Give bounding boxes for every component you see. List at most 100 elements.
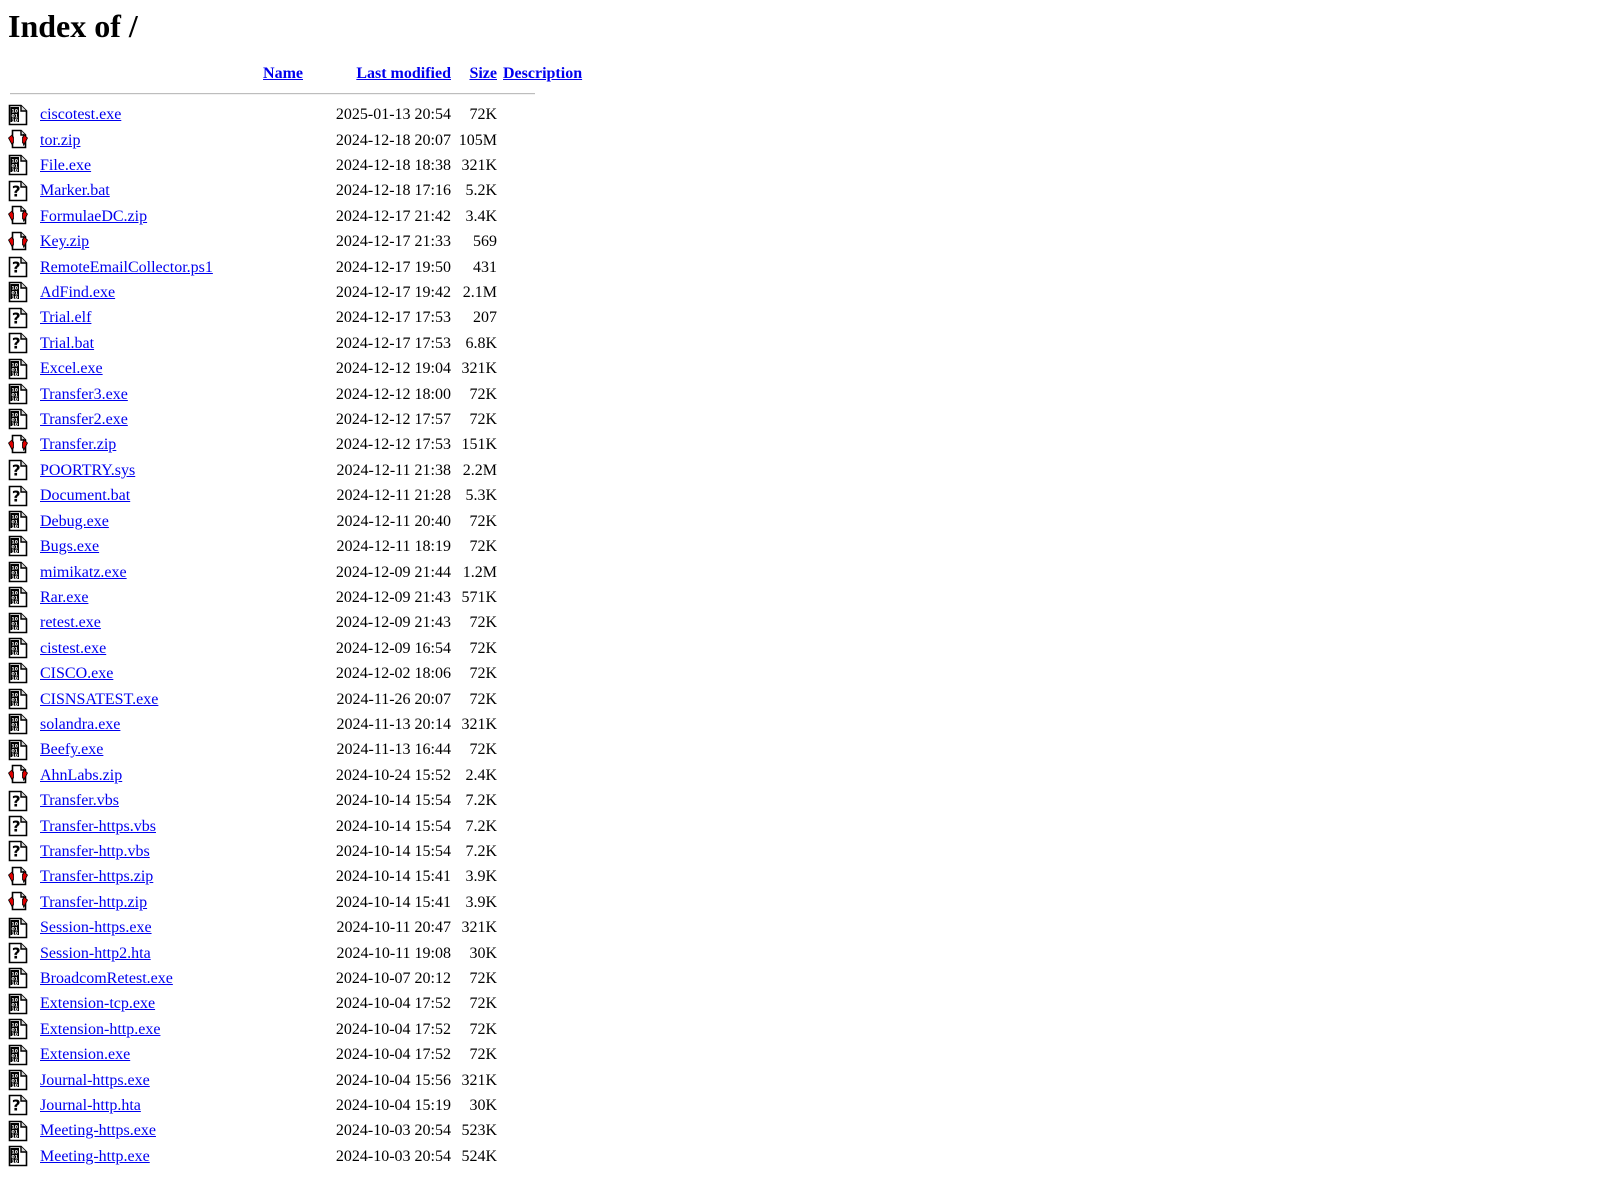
file-icon-cell: 10 01 10 <box>8 356 40 381</box>
file-link[interactable]: Transfer3.exe <box>40 386 128 403</box>
file-link[interactable]: Journal-https.exe <box>40 1072 150 1089</box>
file-icon-cell: 10 01 10 <box>8 534 40 559</box>
file-description-cell <box>497 1017 583 1042</box>
sort-by-description-link[interactable]: Description <box>503 65 582 82</box>
file-link[interactable]: Meeting-http.exe <box>40 1148 150 1165</box>
unknown-file-icon: ? <box>8 1094 28 1116</box>
file-link[interactable]: Meeting-https.exe <box>40 1122 156 1139</box>
file-link[interactable]: FormulaeDC.zip <box>40 208 147 225</box>
file-link[interactable]: Transfer.vbs <box>40 792 119 809</box>
unknown-file-icon: ? <box>8 459 28 481</box>
file-icon-cell: ? <box>8 941 40 966</box>
file-icon-cell: 10 01 10 <box>8 991 40 1016</box>
svg-text:?: ? <box>12 843 21 861</box>
file-link[interactable]: Extension.exe <box>40 1046 130 1063</box>
binary-file-icon: 10 01 10 <box>8 561 28 583</box>
file-link[interactable]: Transfer-https.vbs <box>40 818 156 835</box>
file-link[interactable]: Transfer-http.vbs <box>40 843 150 860</box>
file-name-cell: Beefy.exe <box>40 737 303 762</box>
file-size-cell: 72K <box>469 639 497 657</box>
file-link[interactable]: solandra.exe <box>40 716 120 733</box>
file-link[interactable]: Document.bat <box>40 487 130 504</box>
svg-text:?: ? <box>12 1097 21 1115</box>
listing-row: 10 01 10 Bugs.exe 2024-12-11 18:19 72K <box>8 534 583 559</box>
file-description-cell <box>497 864 583 889</box>
file-size-cell: 72K <box>469 512 497 530</box>
file-name-cell: Extension-tcp.exe <box>40 991 303 1016</box>
file-link[interactable]: retest.exe <box>40 614 101 631</box>
file-link[interactable]: CISCO.exe <box>40 665 113 682</box>
file-link[interactable]: Beefy.exe <box>40 741 103 758</box>
file-description-cell <box>497 991 583 1016</box>
file-link[interactable]: Excel.exe <box>40 360 103 377</box>
file-link[interactable]: Transfer2.exe <box>40 411 128 428</box>
last-modified-cell: 2024-12-12 19:04 <box>335 360 451 378</box>
unknown-file-icon: ? <box>8 790 28 812</box>
file-link[interactable]: Transfer-https.zip <box>40 868 153 885</box>
svg-text:10: 10 <box>12 1058 18 1064</box>
file-size-cell: 321K <box>461 919 497 937</box>
file-description-cell <box>497 610 583 635</box>
file-link[interactable]: Journal-http.hta <box>40 1097 141 1114</box>
file-name-cell: BroadcomRetest.exe <box>40 966 303 991</box>
file-link[interactable]: BroadcomRetest.exe <box>40 970 173 987</box>
file-name-cell: Meeting-https.exe <box>40 1118 303 1143</box>
file-link[interactable]: Transfer.zip <box>40 436 116 453</box>
unknown-file-icon: ? <box>8 840 28 862</box>
file-link[interactable]: CISNSATEST.exe <box>40 691 158 708</box>
file-link[interactable]: POORTRY.sys <box>40 462 135 479</box>
file-link[interactable]: Session-https.exe <box>40 919 152 936</box>
file-link[interactable]: mimikatz.exe <box>40 564 127 581</box>
file-icon-cell: 10 01 10 <box>8 966 40 991</box>
listing-row: FormulaeDC.zip 2024-12-17 21:42 3.4K <box>7 204 583 229</box>
svg-text:10: 10 <box>12 727 18 733</box>
file-link[interactable]: Trial.elf <box>40 309 91 326</box>
file-link[interactable]: Key.zip <box>40 233 89 250</box>
file-link[interactable]: Bugs.exe <box>40 538 99 555</box>
binary-file-icon: 10 01 10 <box>8 1120 28 1142</box>
last-modified-cell: 2024-11-13 16:44 <box>336 741 451 759</box>
sort-by-date-link[interactable]: Last modified <box>356 65 451 82</box>
file-link[interactable]: cistest.exe <box>40 640 106 657</box>
file-description-cell <box>497 1068 583 1093</box>
file-size-cell: 7.2K <box>465 792 497 810</box>
listing-row: ? Marker.bat 2024-12-18 17:16 5.2K <box>8 178 583 203</box>
file-link[interactable]: Extension-http.exe <box>40 1021 160 1038</box>
file-size-cell: 3.9K <box>465 893 497 911</box>
file-link[interactable]: tor.zip <box>40 132 80 149</box>
last-modified-cell: 2024-10-11 20:47 <box>336 919 451 937</box>
file-icon-cell: 10 01 10 <box>8 661 40 686</box>
file-name-cell: FormulaeDC.zip <box>40 204 303 229</box>
file-link[interactable]: Transfer-http.zip <box>40 894 147 911</box>
unknown-file-icon: ? <box>8 307 28 329</box>
file-size-cell: 105M <box>458 131 497 149</box>
last-modified-cell: 2024-12-12 17:53 <box>335 436 451 454</box>
listing-row: ? POORTRY.sys 2024-12-11 21:38 2.2M <box>8 458 583 483</box>
sort-by-name-link[interactable]: Name <box>263 65 303 82</box>
file-size-cell: 6.8K <box>465 334 497 352</box>
file-link[interactable]: ciscotest.exe <box>40 106 121 123</box>
listing-row: ? Journal-http.hta 2024-10-04 15:19 30K <box>8 1093 583 1118</box>
file-link[interactable]: Debug.exe <box>40 513 109 530</box>
file-name-cell: CISCO.exe <box>40 661 303 686</box>
svg-text:10: 10 <box>12 118 18 124</box>
file-link[interactable]: File.exe <box>40 157 91 174</box>
compressed-file-icon <box>7 205 29 227</box>
file-link[interactable]: AhnLabs.zip <box>40 767 122 784</box>
sort-by-size-link[interactable]: Size <box>469 65 497 82</box>
file-link[interactable]: RemoteEmailCollector.ps1 <box>40 259 213 276</box>
listing-row: 10 01 10 AdFind.exe 2024-12-17 19:42 2.1M <box>8 280 583 305</box>
file-icon-cell: 10 01 10 <box>8 153 40 178</box>
file-link[interactable]: Marker.bat <box>40 182 110 199</box>
file-link[interactable]: Session-http2.hta <box>40 945 151 962</box>
file-link[interactable]: Rar.exe <box>40 589 88 606</box>
file-link[interactable]: Extension-tcp.exe <box>40 995 155 1012</box>
last-modified-cell: 2024-12-09 21:43 <box>335 614 451 632</box>
file-link[interactable]: AdFind.exe <box>40 284 115 301</box>
file-link[interactable]: Trial.bat <box>40 335 94 352</box>
svg-text:10: 10 <box>12 1134 18 1140</box>
file-size-cell: 7.2K <box>465 842 497 860</box>
svg-text:?: ? <box>12 309 21 327</box>
last-modified-cell: 2024-12-09 21:44 <box>335 563 451 581</box>
svg-text:?: ? <box>12 792 21 810</box>
